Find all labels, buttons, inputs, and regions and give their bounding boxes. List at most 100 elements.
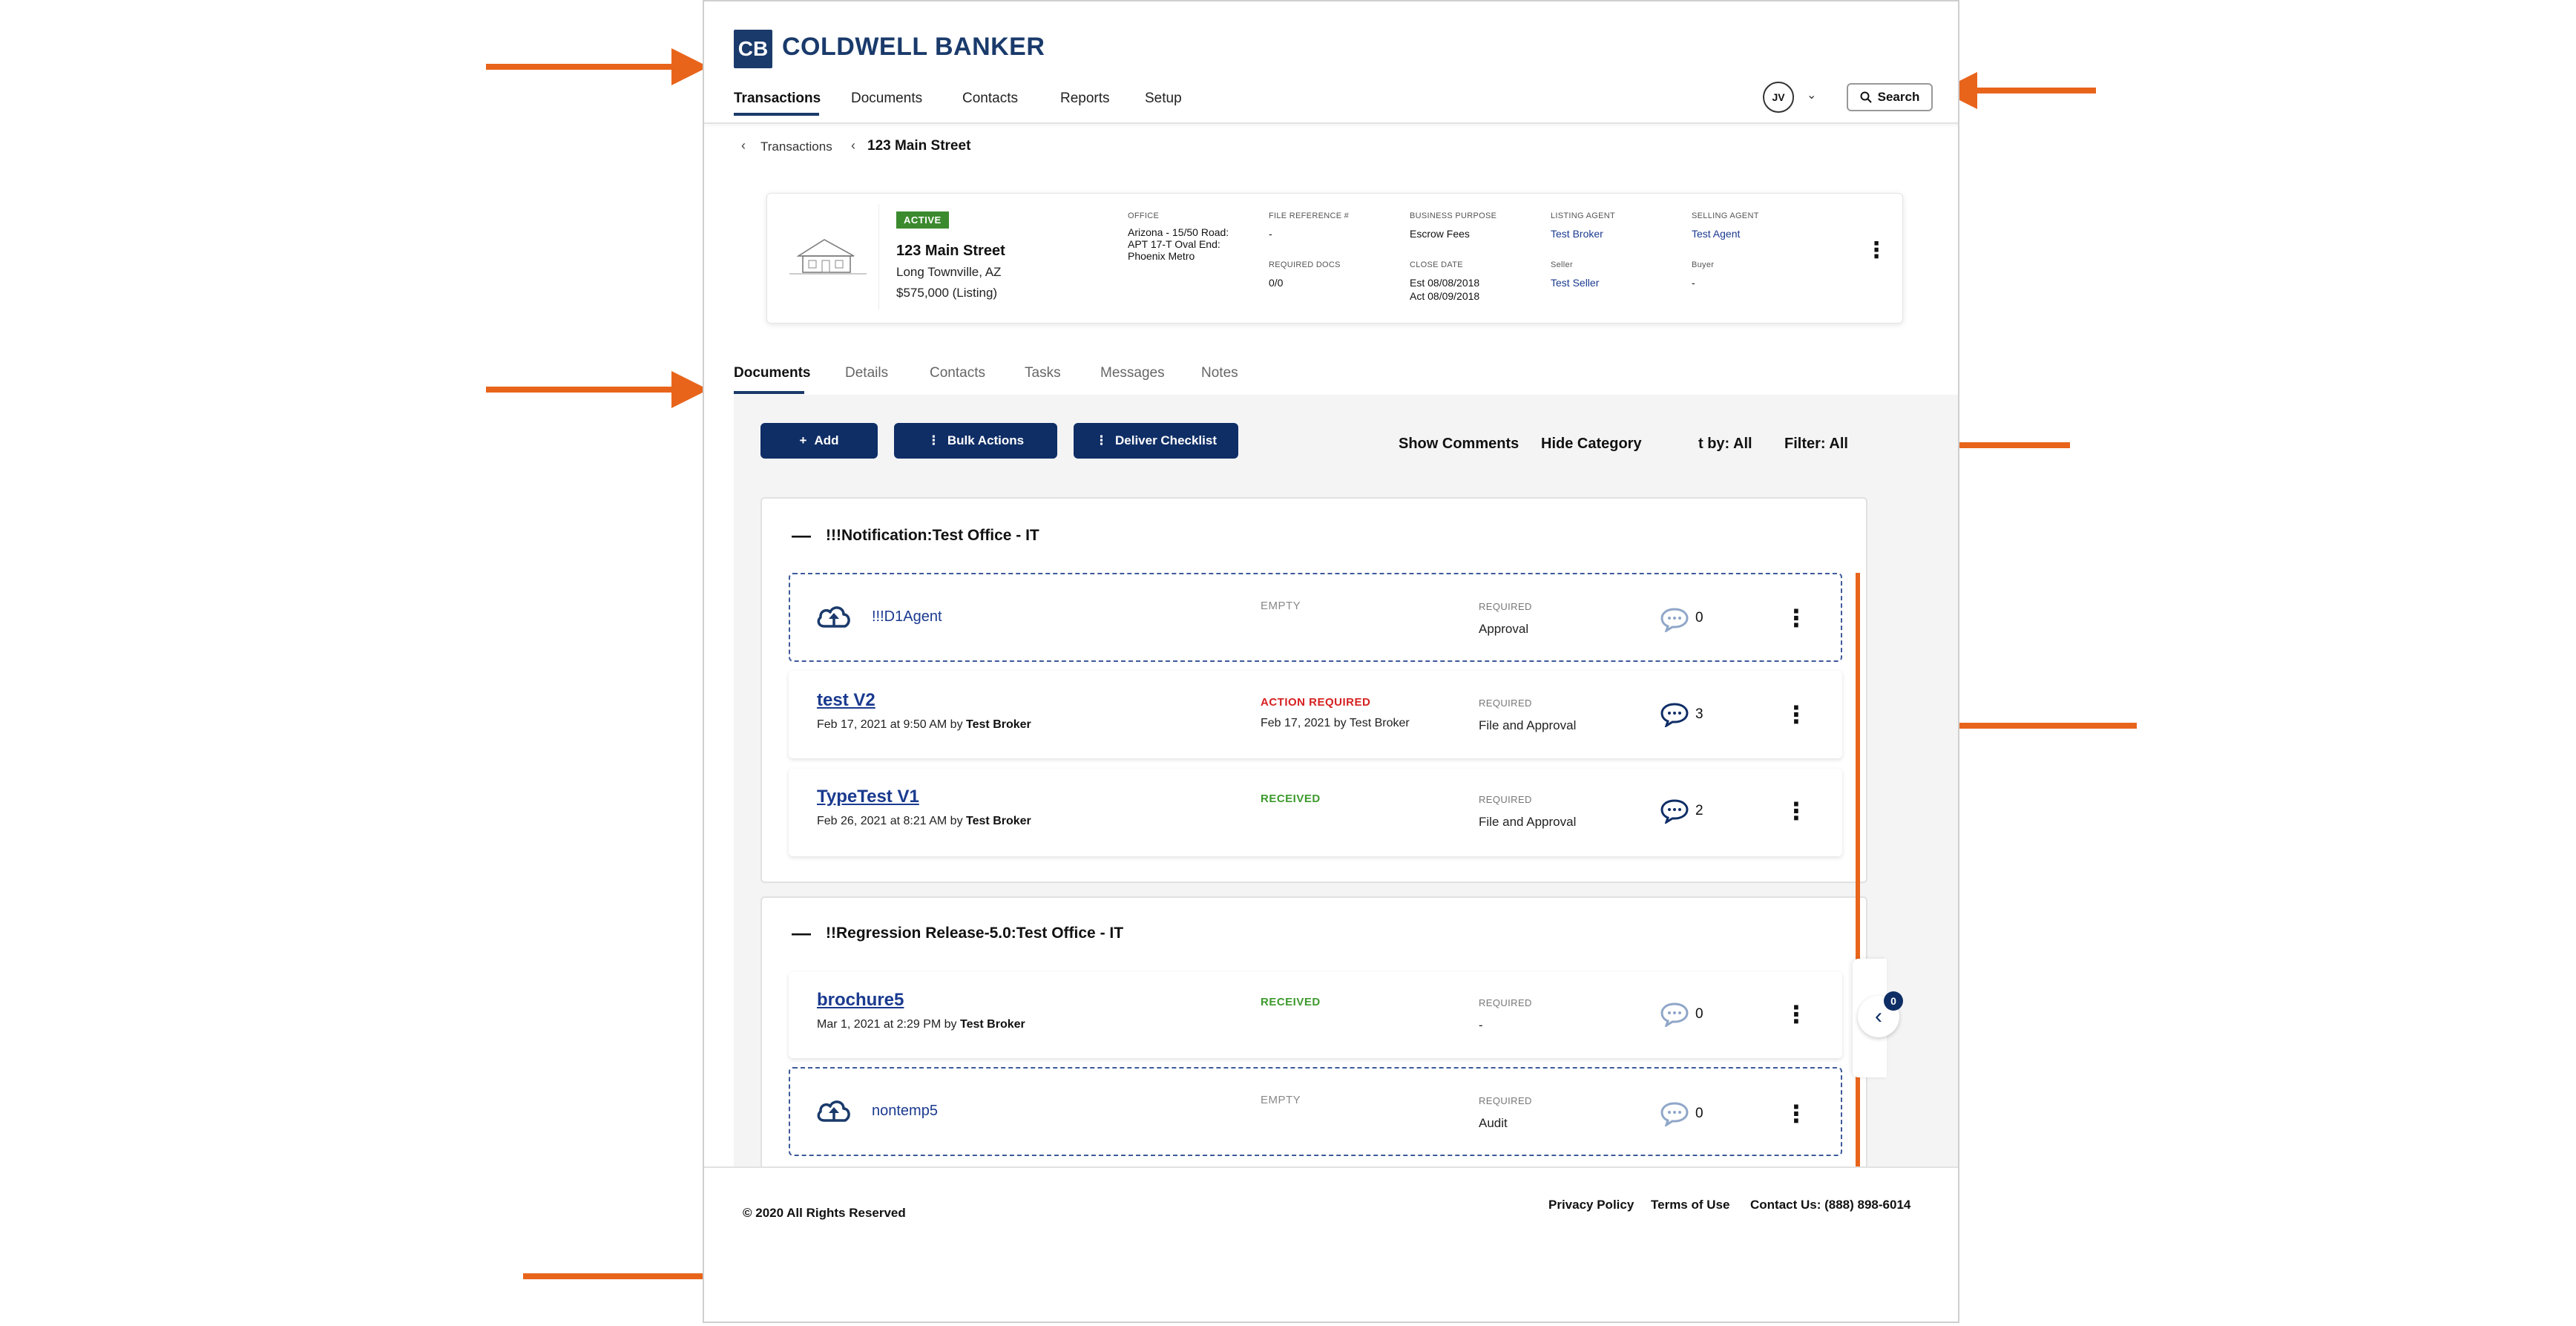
group-title: !!Regression Release-5.0:Test Office - I… (826, 925, 1124, 942)
annotation-arrow-search (1940, 72, 2096, 109)
chevron-left-icon: ‹ (851, 138, 855, 153)
selling-agent-label: SELLING AGENT (1692, 211, 1759, 220)
nav-transactions[interactable]: Transactions (734, 91, 821, 107)
contact-us-link[interactable]: Contact Us: (888) 898-6014 (1750, 1198, 1910, 1212)
cloud-upload-icon[interactable] (815, 601, 852, 632)
nav-setup[interactable]: Setup (1145, 91, 1182, 107)
listing-agent-link[interactable]: Test Broker (1551, 228, 1603, 240)
filter-dropdown[interactable]: Filter: All (1784, 436, 1848, 453)
user-avatar[interactable]: JV (1763, 82, 1794, 113)
tab-documents[interactable]: Documents (734, 365, 810, 381)
annotation-arrow-tabs (486, 371, 709, 408)
chevron-down-icon[interactable]: ⌄ (1807, 88, 1816, 102)
document-name-link[interactable]: TypeTest V1 (817, 787, 919, 807)
nav-reports[interactable]: Reports (1060, 91, 1110, 107)
search-button[interactable]: Search (1847, 83, 1933, 111)
house-icon (789, 239, 867, 275)
copyright-text: © 2020 All Rights Reserved (743, 1206, 906, 1220)
seller-label: Seller (1551, 260, 1573, 269)
seller-link[interactable]: Test Seller (1551, 277, 1599, 289)
business-purpose-value: Escrow Fees (1410, 228, 1470, 240)
selling-agent-link[interactable]: Test Agent (1692, 228, 1740, 240)
show-comments-toggle[interactable]: Show Comments (1399, 436, 1519, 453)
brand-logo-mark: CB (734, 30, 772, 68)
property-address: 123 Main Street (896, 243, 1005, 259)
footer (704, 1168, 1958, 1322)
close-date-label: CLOSE DATE (1410, 260, 1463, 269)
nav-contacts[interactable]: Contacts (962, 91, 1018, 107)
footer-divider (704, 1166, 1958, 1168)
required-value: Audit (1479, 1116, 1508, 1130)
tab-notes[interactable]: Notes (1201, 365, 1238, 381)
property-thumbnail (778, 204, 879, 309)
search-icon (1860, 91, 1872, 103)
more-vert-icon[interactable]: ⋮ (1784, 606, 1808, 630)
plus-icon: + (799, 433, 807, 447)
comment-icon[interactable] (1660, 607, 1689, 632)
nav-documents[interactable]: Documents (851, 91, 922, 107)
more-vert-icon[interactable]: ⋮ (1865, 240, 1887, 262)
comment-icon[interactable] (1660, 1101, 1689, 1126)
bulk-actions-label: Bulk Actions (947, 433, 1025, 447)
property-card: ACTIVE 123 Main Street Long Townville, A… (766, 193, 1903, 324)
comment-count: 3 (1695, 706, 1703, 722)
required-value: File and Approval (1479, 815, 1577, 829)
more-vert-icon[interactable]: ⋮ (1784, 1002, 1808, 1026)
notification-badge: 0 (1884, 991, 1903, 1011)
close-date-act: Act 08/09/2018 (1410, 290, 1480, 302)
collapse-icon[interactable]: — (792, 524, 811, 547)
document-meta: Feb 17, 2021 at 9:50 AM by Test Broker (817, 718, 1031, 731)
add-button[interactable]: + Add (760, 423, 878, 459)
comment-icon[interactable] (1660, 798, 1689, 824)
header-divider (704, 122, 1958, 124)
more-vert-icon[interactable]: ⋮ (1784, 799, 1808, 823)
document-status: EMPTY (1261, 1094, 1301, 1106)
required-label: REQUIRED (1479, 997, 1532, 1008)
document-status: ACTION REQUIRED (1261, 696, 1371, 709)
document-status-detail: Feb 17, 2021 by Test Broker (1261, 717, 1410, 729)
document-name-link[interactable]: test V2 (817, 690, 875, 711)
more-vert-icon: ⋮ (1094, 433, 1108, 447)
deliver-checklist-button[interactable]: ⋮ Deliver Checklist (1074, 423, 1238, 459)
tab-details[interactable]: Details (845, 365, 888, 381)
more-vert-icon: ⋮ (927, 433, 940, 447)
property-price: $575,000 (Listing) (896, 286, 998, 300)
comment-icon[interactable] (1660, 1002, 1689, 1027)
tab-contacts[interactable]: Contacts (930, 365, 985, 381)
app-window: CB COLDWELL BANKER Transactions Document… (703, 0, 1959, 1323)
document-meta: Feb 26, 2021 at 8:21 AM by Test Broker (817, 815, 1031, 827)
close-date-est: Est 08/08/2018 (1410, 277, 1480, 289)
required-label: REQUIRED (1479, 601, 1532, 612)
required-value: Approval (1479, 622, 1529, 636)
comment-icon[interactable] (1660, 702, 1689, 727)
comment-count: 2 (1695, 803, 1703, 818)
document-name[interactable]: !!!D1Agent (872, 608, 942, 626)
office-value: Arizona - 15/50 Road: APT 17-T Oval End:… (1128, 226, 1229, 262)
privacy-policy-link[interactable]: Privacy Policy (1548, 1198, 1634, 1212)
annotation-arrow-logo (486, 48, 709, 85)
collapse-icon[interactable]: — (792, 922, 811, 945)
more-vert-icon[interactable]: ⋮ (1784, 1102, 1808, 1126)
tab-tasks[interactable]: Tasks (1025, 365, 1061, 381)
search-label: Search (1877, 90, 1920, 104)
sort-by-dropdown[interactable]: t by: All (1698, 436, 1752, 453)
document-name-link[interactable]: brochure5 (817, 990, 904, 1011)
document-name[interactable]: nontemp5 (872, 1103, 938, 1120)
deliver-checklist-label: Deliver Checklist (1114, 433, 1217, 447)
more-vert-icon[interactable]: ⋮ (1784, 703, 1808, 726)
required-label: REQUIRED (1479, 698, 1532, 709)
bulk-actions-button[interactable]: ⋮ Bulk Actions (894, 423, 1057, 459)
cloud-upload-icon[interactable] (815, 1095, 852, 1126)
required-label: REQUIRED (1479, 1095, 1532, 1106)
scrollbar-indicator[interactable] (1856, 573, 1860, 1166)
breadcrumb-parent[interactable]: Transactions (760, 140, 832, 154)
business-purpose-label: BUSINESS PURPOSE (1410, 211, 1497, 220)
comment-count: 0 (1695, 1006, 1703, 1022)
tab-messages[interactable]: Messages (1100, 365, 1165, 381)
hide-category-toggle[interactable]: Hide Category (1541, 436, 1642, 453)
file-ref-label: FILE REFERENCE # (1269, 211, 1350, 220)
chevron-left-icon: ‹ (741, 138, 746, 153)
group-title: !!!Notification:Test Office - IT (826, 527, 1039, 544)
terms-of-use-link[interactable]: Terms of Use (1651, 1198, 1729, 1212)
add-label: Add (814, 433, 839, 447)
